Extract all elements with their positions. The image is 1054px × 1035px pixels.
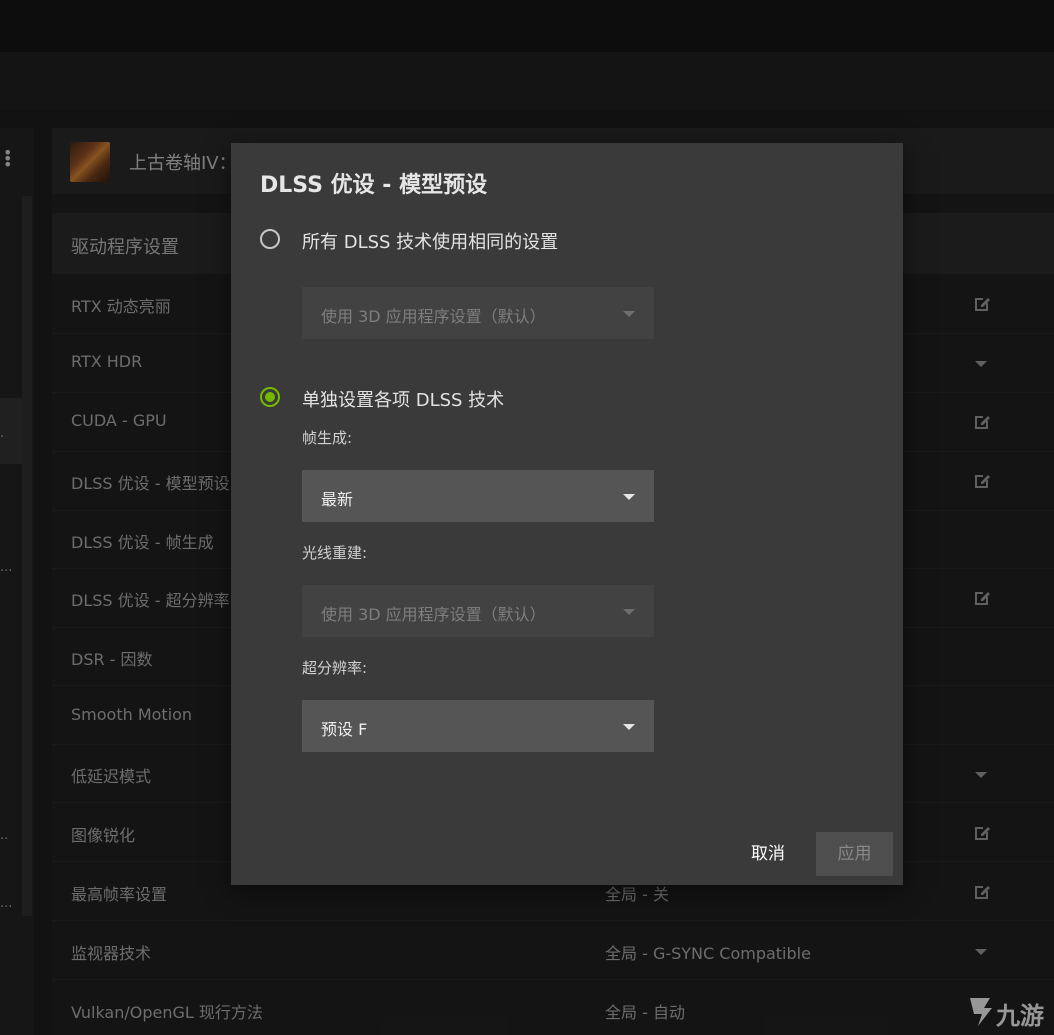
super-resolution-dropdown[interactable]: 预设 F	[302, 700, 654, 752]
dlss-preset-dialog: DLSS 优设 - 模型预设 所有 DLSS 技术使用相同的设置 使用 3D 应…	[231, 143, 903, 885]
frame-gen-dropdown[interactable]: 最新	[302, 470, 654, 522]
frame-gen-label: 帧生成:	[302, 429, 353, 447]
ray-reconstruction-dropdown: 使用 3D 应用程序设置（默认）	[302, 585, 654, 637]
radio-all-dlss[interactable]	[260, 229, 280, 249]
radio-all-dlss-label[interactable]: 所有 DLSS 技术使用相同的设置	[302, 228, 558, 254]
super-resolution-label: 超分辨率:	[302, 659, 368, 677]
chevron-down-icon	[623, 724, 635, 730]
all-dlss-dropdown: 使用 3D 应用程序设置（默认）	[302, 287, 654, 339]
ray-reconstruction-label: 光线重建:	[302, 544, 368, 562]
dropdown-value: 使用 3D 应用程序设置（默认）	[321, 605, 546, 624]
dropdown-value: 预设 F	[321, 720, 368, 739]
radio-each-dlss-label[interactable]: 单独设置各项 DLSS 技术	[302, 386, 504, 412]
dialog-title: DLSS 优设 - 模型预设	[260, 173, 488, 198]
dropdown-value: 使用 3D 应用程序设置（默认）	[321, 307, 546, 326]
chevron-down-icon	[623, 311, 635, 317]
chevron-down-icon	[623, 609, 635, 615]
cancel-button[interactable]: 取消	[736, 832, 800, 876]
dropdown-value: 最新	[321, 490, 354, 509]
chevron-down-icon	[623, 494, 635, 500]
radio-each-dlss[interactable]	[260, 387, 280, 407]
apply-button[interactable]: 应用	[816, 832, 893, 876]
